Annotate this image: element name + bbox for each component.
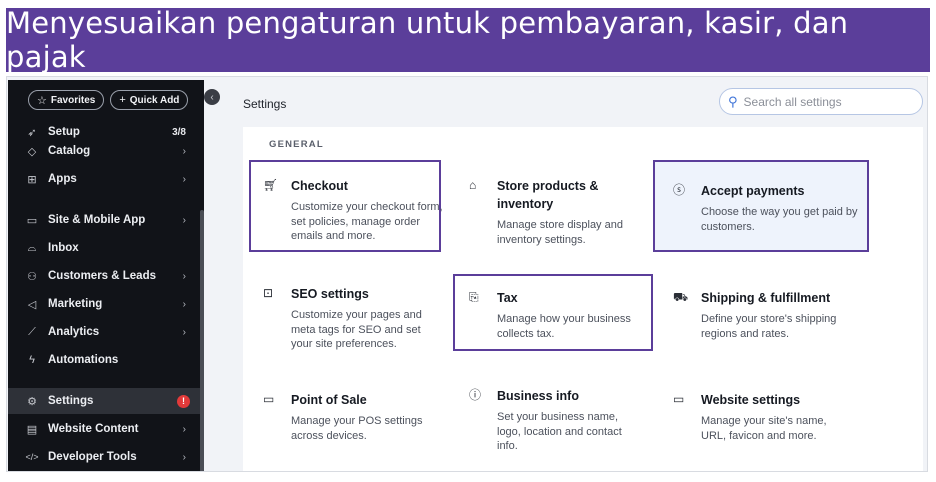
chevron-right-icon: › (182, 423, 186, 435)
star-icon: ☆ (37, 94, 47, 107)
card-point-of-sale[interactable]: ▭ Point of Sale Manage your POS settings… (263, 391, 453, 443)
sidebar-item-inbox[interactable]: ⌓ Inbox (8, 236, 204, 260)
info-icon: ⓘ (469, 388, 482, 402)
seo-icon: ⊡ (263, 286, 274, 300)
sidebar-item-customers-leads[interactable]: ⚇ Customers & Leads › (8, 264, 204, 288)
sidebar-item-site-mobile-app[interactable]: ▭ Site & Mobile App › (8, 208, 204, 232)
banner-title: Menyesuaikan pengaturan untuk pembayaran… (6, 6, 849, 74)
chart-icon: ⟋ (28, 325, 36, 338)
favorites-label: Favorites (50, 94, 96, 106)
inbox-icon: ⌓ (27, 241, 37, 254)
bolt-icon: ϟ (29, 354, 35, 366)
chevron-right-icon: › (182, 298, 186, 310)
cart-icon: 🛒︎ (263, 178, 279, 192)
section-heading: GENERAL (269, 139, 324, 150)
sidebar-item-setup[interactable]: ➶ Setup 3/8 (8, 122, 204, 142)
card-shipping-fulfillment[interactable]: ⛟ Shipping & fulfillment Define your sto… (673, 289, 873, 341)
sidebar-top-actions: ☆ Favorites + Quick Add (28, 90, 189, 110)
site-icon: ▭ (26, 214, 38, 227)
sidebar-item-developer-tools[interactable]: </> Developer Tools › (8, 445, 204, 469)
sidebar-item-analytics[interactable]: ⟋ Analytics › (8, 320, 204, 344)
apps-icon: ⊞ (27, 173, 37, 186)
truck-icon: ⛟ (673, 290, 689, 304)
sidebar-item-apps[interactable]: ⊞ Apps › (8, 167, 204, 191)
setup-progress: 3/8 (172, 126, 186, 138)
pos-icon: ▭ (263, 392, 275, 406)
card-checkout[interactable]: 🛒︎ Checkout Customize your checkout form… (263, 177, 453, 244)
sidebar-item-catalog[interactable]: ◇ Catalog › (8, 140, 204, 162)
card-accept-payments[interactable]: ⓢ Accept payments Choose the way you get… (673, 182, 863, 234)
card-store-products[interactable]: ⌂ Store products & inventory Manage stor… (469, 177, 659, 247)
page-title: Settings (243, 97, 287, 111)
alert-badge-icon: ! (177, 394, 190, 408)
plus-icon: + (119, 94, 126, 106)
card-website-settings[interactable]: ▭ Website settings Manage your site's na… (673, 391, 863, 443)
megaphone-icon: ◁ (27, 298, 37, 311)
dollar-icon: ⓢ (673, 183, 686, 197)
sidebar-item-settings[interactable]: ⚙ Settings ! (8, 388, 204, 414)
sidebar-item-website-content[interactable]: ▤ Website Content › (8, 417, 204, 441)
card-tax[interactable]: ⎘ Tax Manage how your business collects … (469, 289, 659, 341)
sidebar-scrollbar[interactable] (200, 210, 204, 471)
chevron-right-icon: › (182, 326, 186, 338)
chevron-right-icon: › (182, 270, 186, 282)
card-seo-settings[interactable]: ⊡ SEO settings Customize your pages and … (263, 285, 453, 352)
search-input[interactable] (743, 94, 894, 109)
rocket-icon: ➶ (27, 126, 37, 139)
chevron-right-icon: › (182, 173, 186, 185)
search-icon: ⚲ (728, 93, 738, 109)
app-window: ☆ Favorites + Quick Add ➶ Setup 3/8 ◇ Ca… (6, 76, 928, 472)
favorites-button[interactable]: ☆ Favorites (28, 90, 105, 110)
chevron-right-icon: › (182, 145, 186, 157)
sidebar-item-marketing[interactable]: ◁ Marketing › (8, 292, 204, 316)
browser-icon: ▭ (673, 392, 685, 406)
title-banner: Menyesuaikan pengaturan untuk pembayaran… (6, 6, 930, 74)
chevron-right-icon: › (182, 214, 186, 226)
people-icon: ⚇ (27, 270, 37, 283)
sidebar: ☆ Favorites + Quick Add ➶ Setup 3/8 ◇ Ca… (8, 80, 204, 471)
search-box[interactable]: ⚲ (719, 88, 923, 115)
gear-icon: ⚙ (27, 395, 37, 408)
quick-add-label: Quick Add (129, 94, 180, 106)
card-business-info[interactable]: ⓘ Business info Set your business name, … (469, 387, 659, 454)
sidebar-item-automations[interactable]: ϟ Automations (8, 348, 204, 372)
chevron-right-icon: › (182, 451, 186, 463)
content-icon: ▤ (26, 423, 38, 436)
catalog-icon: ◇ (27, 145, 37, 158)
quick-add-button[interactable]: + Quick Add (110, 90, 189, 110)
collapse-sidebar-icon[interactable]: ‹ (204, 89, 220, 105)
settings-panel: GENERAL 🛒︎ Checkout Customize your check… (243, 127, 923, 471)
code-icon: </> (25, 452, 39, 462)
receipt-icon: ⎘ (469, 290, 479, 304)
store-icon: ⌂ (469, 178, 477, 192)
